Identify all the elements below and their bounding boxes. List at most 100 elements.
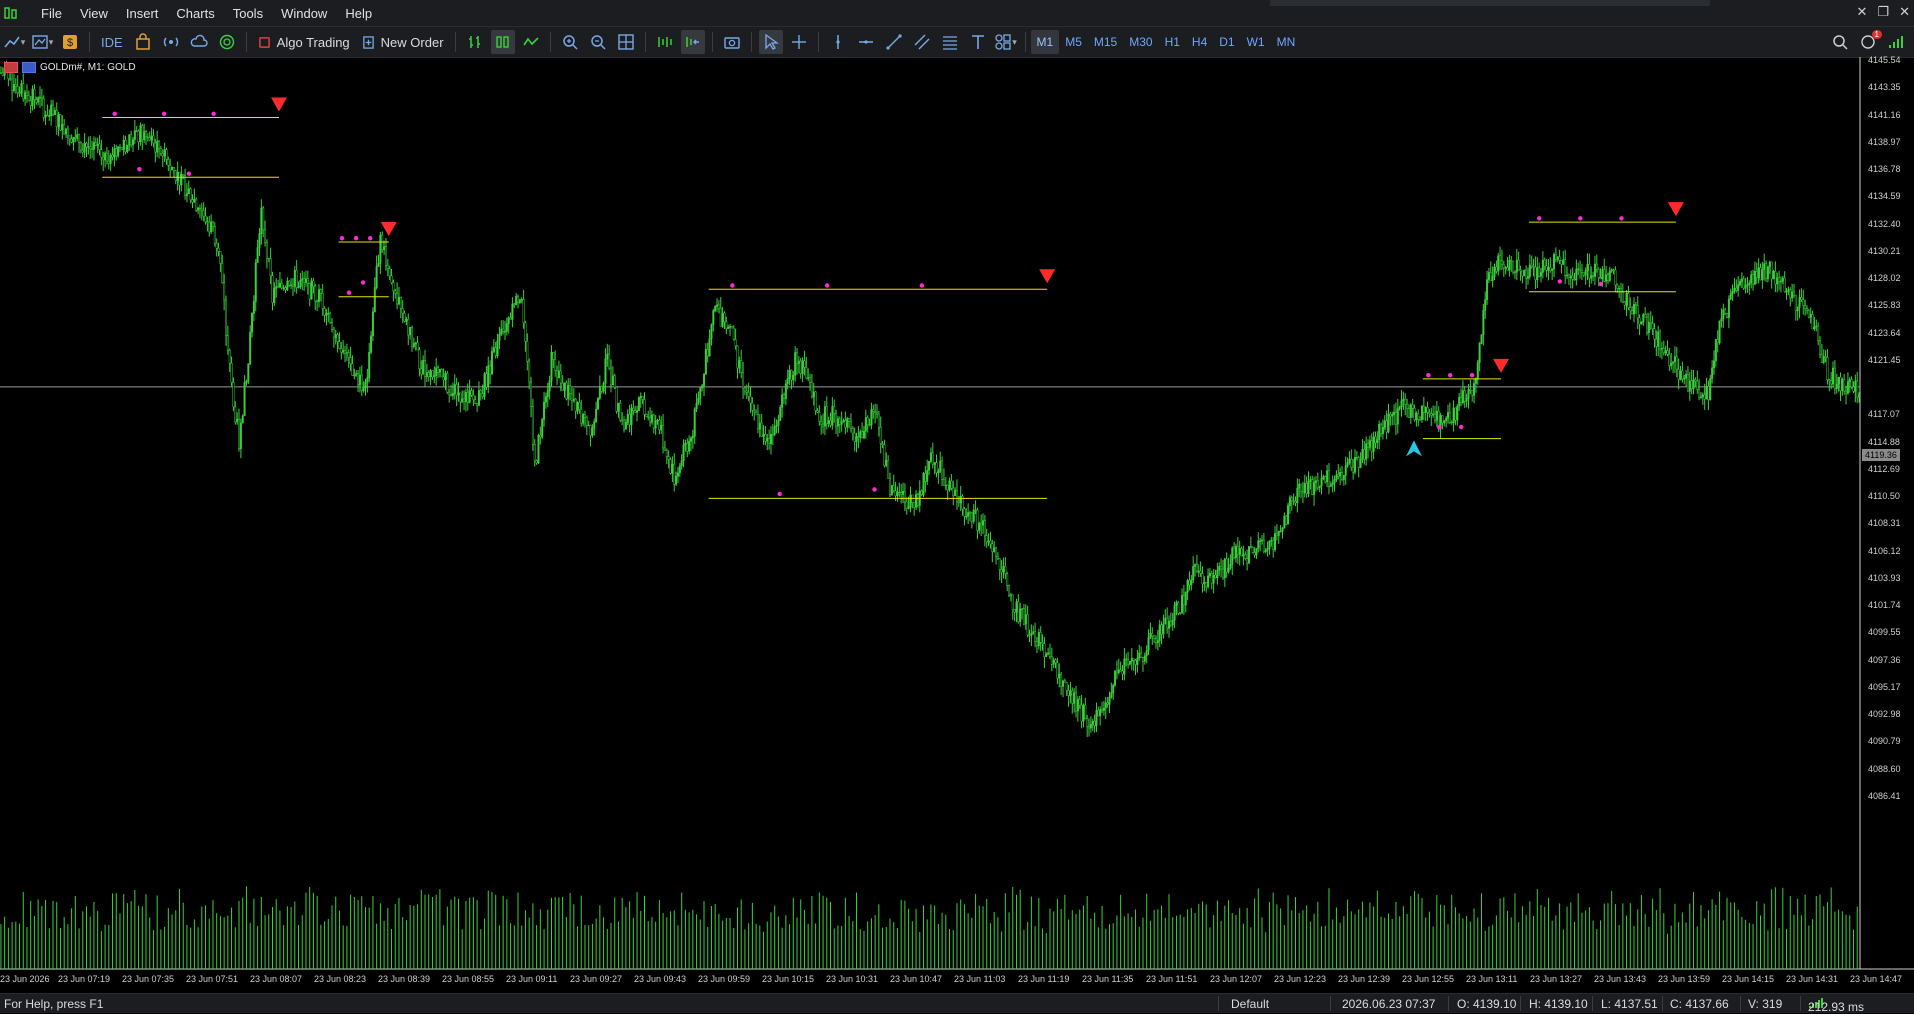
candle-body — [148, 137, 151, 141]
notifications-button[interactable]: 1 — [1856, 30, 1882, 54]
candle-body — [1592, 275, 1595, 277]
menu-charts[interactable]: Charts — [167, 6, 223, 21]
depth-panel-icon[interactable] — [22, 62, 36, 73]
candle-body — [1372, 436, 1375, 452]
chart-shift-button[interactable] — [680, 30, 705, 54]
candle-body — [1699, 396, 1702, 399]
fibonacci-button[interactable] — [938, 30, 962, 54]
candle-body — [570, 393, 573, 401]
close-icon[interactable]: ✕ — [1899, 4, 1910, 20]
candle-body — [360, 374, 363, 391]
profile-name[interactable]: Default — [1231, 997, 1269, 1011]
candle-body — [615, 386, 618, 412]
candle-body — [924, 473, 927, 482]
candle-body — [1147, 637, 1150, 651]
price-tick-label: 4125.83 — [1868, 300, 1901, 310]
menu-view[interactable]: View — [71, 6, 117, 21]
candle-body — [946, 484, 949, 491]
cursor-datetime: 2026.06.23 07:37 — [1342, 997, 1436, 1011]
timeframe-h4[interactable]: H4 — [1186, 30, 1213, 54]
timeframe-h1[interactable]: H1 — [1159, 30, 1186, 54]
pivot-dot — [137, 167, 142, 172]
horizontal-line-icon — [858, 40, 873, 44]
signals-button[interactable] — [159, 30, 183, 54]
restore-icon[interactable]: ❐ — [1877, 4, 1889, 20]
timeframe-m5[interactable]: M5 — [1059, 30, 1088, 54]
close-all-icon[interactable]: ✕ — [1857, 4, 1868, 20]
candle-body — [338, 341, 341, 349]
community-button[interactable] — [215, 30, 239, 54]
candle-body — [215, 243, 218, 249]
candlestick-button[interactable] — [490, 30, 515, 54]
connection-status[interactable]: 212.93 ms — [1808, 997, 1864, 1014]
candle-body — [604, 358, 607, 384]
indicators-button[interactable]: ▾ — [30, 30, 54, 54]
candle-body — [1257, 540, 1260, 549]
candle-body — [1820, 354, 1823, 363]
tile-windows-button[interactable] — [614, 30, 638, 54]
candle-body — [1387, 413, 1390, 433]
candle-body — [303, 278, 306, 283]
search-button[interactable] — [1828, 30, 1852, 54]
candle-body — [184, 175, 187, 196]
candle-body — [1530, 264, 1533, 267]
timeframe-w1[interactable]: W1 — [1241, 30, 1271, 54]
zoom-in-button[interactable] — [558, 30, 582, 54]
chart-area[interactable] — [0, 57, 1914, 992]
candle-body — [1567, 274, 1570, 278]
price-tick-label: 4128.02 — [1868, 273, 1901, 283]
menu-help[interactable]: Help — [336, 6, 381, 21]
timeframe-m30[interactable]: M30 — [1123, 30, 1158, 54]
menu-tools[interactable]: Tools — [224, 6, 272, 21]
candle-body — [1212, 574, 1215, 584]
candle-body — [91, 148, 94, 150]
menu-file[interactable]: File — [32, 6, 71, 21]
candle-body — [440, 368, 443, 378]
candle-body — [137, 130, 140, 143]
timeframe-mn[interactable]: MN — [1271, 30, 1302, 54]
algo-trading-button[interactable]: Algo Trading — [252, 35, 356, 50]
channel-button[interactable] — [910, 30, 934, 54]
vps-button[interactable] — [187, 30, 211, 54]
dollar-button[interactable]: $ — [58, 30, 82, 54]
candle-body — [876, 411, 878, 415]
candle-body — [1465, 398, 1468, 402]
candle-body — [1640, 321, 1643, 325]
candle-body — [1703, 394, 1706, 400]
cursor-button[interactable] — [758, 30, 783, 54]
crosshair-button[interactable] — [787, 30, 811, 54]
candle-body — [450, 394, 453, 397]
price-chart[interactable] — [0, 57, 1914, 992]
new-order-button[interactable]: New Order — [356, 35, 450, 50]
shapes-button[interactable]: ▾ — [994, 30, 1018, 54]
line-chart-button[interactable] — [519, 30, 543, 54]
market-button[interactable] — [131, 30, 155, 54]
timeframe-d1[interactable]: D1 — [1213, 30, 1240, 54]
candle-body — [1564, 259, 1567, 276]
auto-scroll-button[interactable] — [653, 30, 677, 54]
candle-body — [1270, 539, 1273, 542]
menu-window[interactable]: Window — [272, 6, 336, 21]
candle-body — [438, 368, 441, 373]
trendline-button[interactable] — [882, 30, 906, 54]
vertical-line-button[interactable] — [826, 30, 850, 54]
ide-button[interactable]: IDE — [95, 35, 129, 50]
zoom-out-button[interactable] — [586, 30, 610, 54]
candle-body — [411, 327, 413, 347]
candle-body — [1104, 702, 1107, 709]
price-tick-label: 4132.40 — [1868, 219, 1901, 229]
candle-body — [840, 421, 843, 425]
screenshot-button[interactable] — [720, 30, 744, 54]
text-button[interactable] — [966, 30, 990, 54]
horizontal-line-button[interactable] — [854, 30, 878, 54]
timeframe-m15[interactable]: M15 — [1088, 30, 1123, 54]
candle-body — [1623, 301, 1626, 306]
signal-strength-button[interactable] — [1884, 30, 1908, 54]
chart-type-button[interactable]: ▾ — [2, 30, 26, 54]
menu-insert[interactable]: Insert — [117, 6, 168, 21]
bar-chart-button[interactable] — [463, 30, 487, 54]
candle-body — [1381, 427, 1384, 434]
candle-body — [304, 278, 307, 283]
buy-sell-panel-icon[interactable] — [4, 62, 18, 73]
timeframe-m1[interactable]: M1 — [1030, 30, 1060, 54]
